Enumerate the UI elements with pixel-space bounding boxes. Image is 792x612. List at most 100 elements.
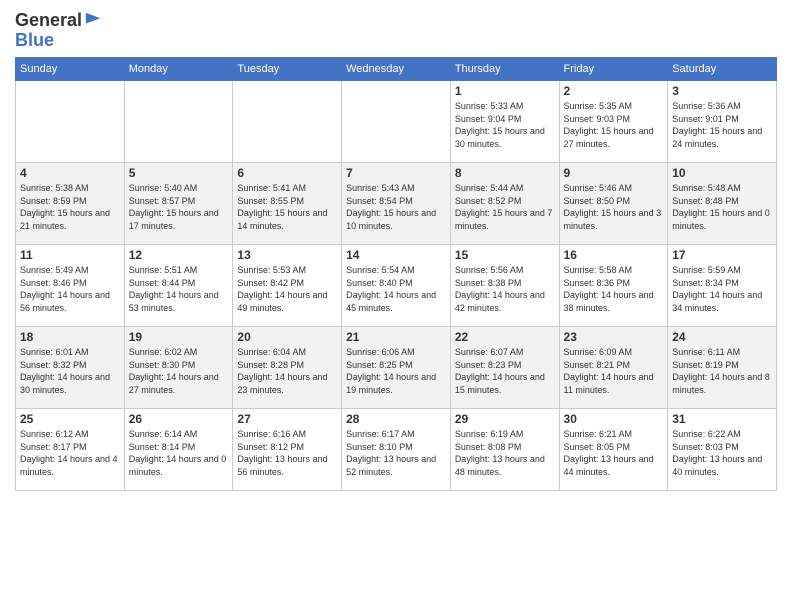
day-info: Sunrise: 6:07 AMSunset: 8:23 PMDaylight:… <box>455 346 555 396</box>
day-number: 7 <box>346 166 446 180</box>
calendar-header-row: SundayMondayTuesdayWednesdayThursdayFrid… <box>16 58 777 81</box>
day-info: Sunrise: 6:22 AMSunset: 8:03 PMDaylight:… <box>672 428 772 478</box>
calendar-week-row: 25 Sunrise: 6:12 AMSunset: 8:17 PMDayligh… <box>16 409 777 491</box>
weekday-header-thursday: Thursday <box>450 58 559 81</box>
day-info: Sunrise: 6:12 AMSunset: 8:17 PMDaylight:… <box>20 428 120 478</box>
day-info: Sunrise: 5:49 AMSunset: 8:46 PMDaylight:… <box>20 264 120 314</box>
calendar-cell <box>16 81 125 163</box>
calendar-cell: 17 Sunrise: 5:59 AMSunset: 8:34 PMDayligh… <box>668 245 777 327</box>
calendar-cell: 22 Sunrise: 6:07 AMSunset: 8:23 PMDayligh… <box>450 327 559 409</box>
calendar-cell: 15Sunrise: 5:56 AMSunset: 8:38 PMDayligh… <box>450 245 559 327</box>
day-info: Sunrise: 6:11 AMSunset: 8:19 PMDaylight:… <box>672 346 772 396</box>
day-info: Sunrise: 6:01 AMSunset: 8:32 PMDaylight:… <box>20 346 120 396</box>
calendar-cell: 14 Sunrise: 5:54 AMSunset: 8:40 PMDayligh… <box>342 245 451 327</box>
calendar-week-row: 4 Sunrise: 5:38 AMSunset: 8:59 PMDaylight… <box>16 163 777 245</box>
day-number: 4 <box>20 166 120 180</box>
calendar-cell: 12 Sunrise: 5:51 AMSunset: 8:44 PMDayligh… <box>124 245 233 327</box>
calendar-cell: 29 Sunrise: 6:19 AMSunset: 8:08 PMDayligh… <box>450 409 559 491</box>
day-info: Sunrise: 6:14 AMSunset: 8:14 PMDaylight:… <box>129 428 229 478</box>
day-number: 19 <box>129 330 229 344</box>
day-info: Sunrise: 5:38 AMSunset: 8:59 PMDaylight:… <box>20 182 120 232</box>
calendar-week-row: 18 Sunrise: 6:01 AMSunset: 8:32 PMDayligh… <box>16 327 777 409</box>
day-info: Sunrise: 5:43 AMSunset: 8:54 PMDaylight:… <box>346 182 446 232</box>
weekday-header-sunday: Sunday <box>16 58 125 81</box>
day-info: Sunrise: 5:46 AMSunset: 8:50 PMDaylight:… <box>564 182 664 232</box>
day-info: Sunrise: 5:59 AMSunset: 8:34 PMDaylight:… <box>672 264 772 314</box>
day-number: 22 <box>455 330 555 344</box>
calendar-cell: 30 Sunrise: 6:21 AMSunset: 8:05 PMDayligh… <box>559 409 668 491</box>
day-number: 18 <box>20 330 120 344</box>
day-number: 15 <box>455 248 555 262</box>
weekday-header-friday: Friday <box>559 58 668 81</box>
calendar-cell: 18 Sunrise: 6:01 AMSunset: 8:32 PMDayligh… <box>16 327 125 409</box>
calendar-week-row: 1Sunrise: 5:33 AMSunset: 9:04 PMDaylight… <box>16 81 777 163</box>
day-info: Sunrise: 5:53 AMSunset: 8:42 PMDaylight:… <box>237 264 337 314</box>
day-info: Sunrise: 5:58 AMSunset: 8:36 PMDaylight:… <box>564 264 664 314</box>
day-info: Sunrise: 6:04 AMSunset: 8:28 PMDaylight:… <box>237 346 337 396</box>
day-number: 12 <box>129 248 229 262</box>
day-info: Sunrise: 5:35 AMSunset: 9:03 PMDaylight:… <box>564 100 664 150</box>
day-info: Sunrise: 5:54 AMSunset: 8:40 PMDaylight:… <box>346 264 446 314</box>
day-number: 27 <box>237 412 337 426</box>
calendar-cell: 2 Sunrise: 5:35 AMSunset: 9:03 PMDaylight… <box>559 81 668 163</box>
day-info: Sunrise: 6:17 AMSunset: 8:10 PMDaylight:… <box>346 428 446 478</box>
day-number: 1 <box>455 84 555 98</box>
day-info: Sunrise: 6:06 AMSunset: 8:25 PMDaylight:… <box>346 346 446 396</box>
calendar-cell: 7 Sunrise: 5:43 AMSunset: 8:54 PMDaylight… <box>342 163 451 245</box>
day-info: Sunrise: 6:16 AMSunset: 8:12 PMDaylight:… <box>237 428 337 478</box>
calendar-cell <box>342 81 451 163</box>
calendar-week-row: 11 Sunrise: 5:49 AMSunset: 8:46 PMDayligh… <box>16 245 777 327</box>
calendar-cell: 10 Sunrise: 5:48 AMSunset: 8:48 PMDayligh… <box>668 163 777 245</box>
day-info: Sunrise: 5:40 AMSunset: 8:57 PMDaylight:… <box>129 182 229 232</box>
weekday-header-monday: Monday <box>124 58 233 81</box>
calendar-cell <box>124 81 233 163</box>
day-info: Sunrise: 5:48 AMSunset: 8:48 PMDaylight:… <box>672 182 772 232</box>
day-info: Sunrise: 6:21 AMSunset: 8:05 PMDaylight:… <box>564 428 664 478</box>
day-number: 26 <box>129 412 229 426</box>
day-info: Sunrise: 5:51 AMSunset: 8:44 PMDaylight:… <box>129 264 229 314</box>
day-number: 30 <box>564 412 664 426</box>
day-number: 20 <box>237 330 337 344</box>
day-number: 25 <box>20 412 120 426</box>
day-number: 24 <box>672 330 772 344</box>
day-number: 11 <box>20 248 120 262</box>
day-number: 2 <box>564 84 664 98</box>
weekday-header-tuesday: Tuesday <box>233 58 342 81</box>
logo-flag-icon <box>84 11 102 29</box>
day-number: 9 <box>564 166 664 180</box>
logo-blue-text: Blue <box>15 31 102 49</box>
weekday-header-wednesday: Wednesday <box>342 58 451 81</box>
logo: General Blue <box>15 10 102 49</box>
calendar-cell: 5Sunrise: 5:40 AMSunset: 8:57 PMDaylight… <box>124 163 233 245</box>
calendar-cell: 13 Sunrise: 5:53 AMSunset: 8:42 PMDayligh… <box>233 245 342 327</box>
calendar-cell: 6Sunrise: 5:41 AMSunset: 8:55 PMDaylight… <box>233 163 342 245</box>
day-number: 28 <box>346 412 446 426</box>
calendar-cell: 21Sunrise: 6:06 AMSunset: 8:25 PMDayligh… <box>342 327 451 409</box>
day-number: 10 <box>672 166 772 180</box>
calendar-cell: 25 Sunrise: 6:12 AMSunset: 8:17 PMDayligh… <box>16 409 125 491</box>
calendar-table: SundayMondayTuesdayWednesdayThursdayFrid… <box>15 57 777 491</box>
calendar-cell: 23 Sunrise: 6:09 AMSunset: 8:21 PMDayligh… <box>559 327 668 409</box>
calendar-cell: 11 Sunrise: 5:49 AMSunset: 8:46 PMDayligh… <box>16 245 125 327</box>
day-number: 17 <box>672 248 772 262</box>
day-number: 31 <box>672 412 772 426</box>
day-info: Sunrise: 5:44 AMSunset: 8:52 PMDaylight:… <box>455 182 555 232</box>
calendar-cell: 24 Sunrise: 6:11 AMSunset: 8:19 PMDayligh… <box>668 327 777 409</box>
calendar-cell: 31 Sunrise: 6:22 AMSunset: 8:03 PMDayligh… <box>668 409 777 491</box>
day-number: 23 <box>564 330 664 344</box>
calendar-cell: 19Sunrise: 6:02 AMSunset: 8:30 PMDayligh… <box>124 327 233 409</box>
day-number: 14 <box>346 248 446 262</box>
calendar-cell: 20 Sunrise: 6:04 AMSunset: 8:28 PMDayligh… <box>233 327 342 409</box>
day-number: 16 <box>564 248 664 262</box>
calendar-cell: 3Sunrise: 5:36 AMSunset: 9:01 PMDaylight… <box>668 81 777 163</box>
day-info: Sunrise: 6:19 AMSunset: 8:08 PMDaylight:… <box>455 428 555 478</box>
day-number: 13 <box>237 248 337 262</box>
day-info: Sunrise: 6:09 AMSunset: 8:21 PMDaylight:… <box>564 346 664 396</box>
calendar-cell: 4 Sunrise: 5:38 AMSunset: 8:59 PMDaylight… <box>16 163 125 245</box>
calendar-cell <box>233 81 342 163</box>
weekday-header-saturday: Saturday <box>668 58 777 81</box>
day-info: Sunrise: 5:36 AMSunset: 9:01 PMDaylight:… <box>672 100 772 150</box>
calendar-cell: 27 Sunrise: 6:16 AMSunset: 8:12 PMDayligh… <box>233 409 342 491</box>
day-number: 29 <box>455 412 555 426</box>
calendar-cell: 8Sunrise: 5:44 AMSunset: 8:52 PMDaylight… <box>450 163 559 245</box>
